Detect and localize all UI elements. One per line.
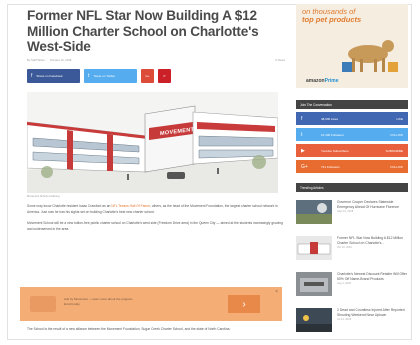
trending-item-date: Sept 10, 2018	[337, 209, 354, 213]
paragraph-1-text: Some may know Charlotte resident Isaac C…	[27, 203, 112, 208]
trending-thumbnail	[296, 236, 332, 260]
trending-item[interactable]: Charlotte's Newest Discount Retailer Wil…	[296, 272, 408, 300]
social-youtube[interactable]: ▶ Youtube Subscribers SUBSCRIBE	[296, 144, 408, 157]
school-rendering-illustration	[27, 91, 278, 193]
social-facebook-action[interactable]: LIKE	[396, 117, 403, 121]
youtube-icon: ▶	[301, 147, 305, 154]
article-column: Former NFL Star Now Building A $12 Milli…	[27, 4, 285, 235]
twitter-icon: t	[88, 72, 90, 79]
trending-articles-title: Trending Articles	[296, 183, 408, 192]
article-meta: By Staff Writer · October 10, 2016 0 Vie…	[27, 57, 285, 62]
image-caption: Movement School rendering	[27, 194, 60, 198]
trending-item[interactable]: Governor Cooper Declares Statewide Emerg…	[296, 200, 408, 228]
trending-item-text: 2 Dead and Countless Injured After Repor…	[332, 308, 408, 336]
trending-item-title[interactable]: Former NFL Star Now Building A $12 Milli…	[337, 236, 408, 246]
article-headline: Former NFL Star Now Building A $12 Milli…	[27, 8, 259, 54]
paragraph-2-text: Movement School will be a new tuition-fr…	[27, 220, 283, 231]
trending-item[interactable]: Former NFL Star Now Building A $12 Milli…	[296, 236, 408, 264]
facebook-icon: f	[31, 72, 33, 79]
googleplus-icon: G+	[301, 163, 308, 170]
trending-item-text: Governor Cooper Declares Statewide Emerg…	[332, 200, 408, 228]
share-bar: f Share on Facebook t Tweet on Twitter G…	[27, 68, 285, 83]
article-author[interactable]: By Staff Writer	[27, 58, 45, 62]
social-twitter-action[interactable]: FOLLOW	[390, 133, 403, 137]
hero-image: MOVEMENT	[27, 91, 278, 193]
share-facebook-label: Share on Facebook	[36, 73, 63, 78]
article-views: 0 Views	[275, 57, 285, 62]
amazon-wordmark: amazon	[306, 78, 325, 84]
sidebar: on thousands of top pet products amazonP…	[296, 4, 408, 336]
facebook-icon: f	[301, 115, 303, 122]
trending-item-title[interactable]: 2 Dead and Countless Injured After Repor…	[337, 308, 408, 318]
join-conversation-title: Join The Conversation	[296, 100, 408, 109]
share-twitter-label: Tweet on Twitter	[93, 73, 116, 78]
ad-text-line-1: Ads by Movement — learn more about the p…	[64, 297, 133, 301]
trending-item-title[interactable]: Charlotte's Newest Discount Retailer Wil…	[337, 272, 408, 282]
trending-item-date: Jul 14, 2018	[337, 317, 352, 321]
article-paragraph-3: The School is the result of a new allian…	[27, 327, 231, 331]
share-pinterest-button[interactable]: P	[158, 68, 171, 83]
share-facebook-button[interactable]: f Share on Facebook	[27, 68, 80, 83]
sidebar-ad-promo[interactable]: on thousands of top pet products amazonP…	[296, 4, 408, 88]
trending-thumbnail	[296, 308, 332, 332]
ad-cta-button[interactable]: ›	[228, 295, 260, 313]
ad-logo	[30, 296, 56, 312]
social-googleplus-action[interactable]: FOLLOW	[390, 165, 403, 169]
trending-thumbnail	[296, 200, 332, 224]
social-googleplus-count: 741 Followers	[321, 164, 340, 169]
sticky-ad-banner[interactable]: Ads by Movement — learn more about the p…	[20, 287, 282, 321]
trending-item[interactable]: 2 Dead and Countless Injured After Repor…	[296, 308, 408, 336]
promo-line-2: top pet products	[302, 15, 362, 24]
trending-item-title[interactable]: Governor Cooper Declares Statewide Emerg…	[337, 200, 408, 210]
social-youtube-action[interactable]: SUBSCRIBE	[386, 149, 403, 153]
prime-wordmark: Prime	[324, 78, 339, 84]
twitter-icon: t	[301, 131, 303, 138]
article-paragraph-2: Movement School will be a new tuition-fr…	[27, 220, 285, 232]
dog-illustration	[342, 40, 398, 72]
social-youtube-count: Youtube Subscribers	[321, 148, 349, 153]
trending-item-date: Oct 10, 2016	[337, 245, 352, 249]
ad-text-line-2: Enroll today	[64, 301, 80, 306]
ad-text: Ads by Movement — learn more about the p…	[64, 297, 132, 306]
paragraph-1-link[interactable]: NFL Texans Hall Of Famer	[111, 204, 150, 208]
amazon-prime-logo: amazonPrime	[306, 78, 339, 84]
article-date: October 10, 2016	[49, 57, 72, 62]
trending-thumbnail	[296, 272, 332, 296]
googleplus-icon: G+	[145, 73, 150, 78]
social-twitter[interactable]: t 10,400 Followers FOLLOW	[296, 128, 408, 141]
trending-item-text: Charlotte's Newest Discount Retailer Wil…	[332, 272, 408, 300]
social-facebook-count: 48,000 Likes	[321, 116, 339, 121]
social-twitter-count: 10,400 Followers	[321, 132, 344, 137]
close-icon[interactable]: ×	[275, 289, 278, 295]
social-facebook[interactable]: f 48,000 Likes LIKE	[296, 112, 408, 125]
pinterest-icon: P	[163, 73, 166, 78]
article-paragraph-1: Some may know Charlotte resident Isaac C…	[27, 203, 285, 215]
promo-headline: on thousands of top pet products	[302, 8, 361, 24]
trending-item-text: Former NFL Star Now Building A $12 Milli…	[332, 236, 408, 264]
share-googleplus-button[interactable]: G+	[141, 68, 154, 83]
social-googleplus[interactable]: G+ 741 Followers FOLLOW	[296, 160, 408, 173]
share-twitter-button[interactable]: t Tweet on Twitter	[84, 68, 137, 83]
trending-item-date: Aug 2, 2018	[337, 281, 351, 285]
